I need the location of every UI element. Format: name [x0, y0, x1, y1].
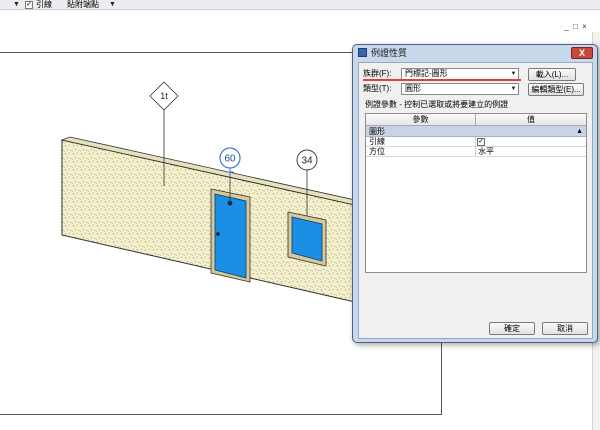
group-row-graphics[interactable]: 圖形 ▲ — [366, 126, 586, 137]
column-param: 參數 — [412, 115, 429, 124]
load-button[interactable]: 載入(L)... — [528, 68, 576, 81]
type-value: 圓形 — [405, 84, 421, 93]
column-value: 值 — [527, 115, 535, 124]
instruction-text: 例證參數 - 控制已選取或將要建立的例證 — [365, 100, 509, 109]
param-name: 方位 — [369, 147, 385, 156]
ok-button[interactable]: 確定 — [489, 322, 535, 335]
table-row[interactable]: 引線 ✓ — [366, 137, 586, 147]
chevron-down-icon: ▼ — [510, 71, 517, 77]
door[interactable] — [210, 188, 251, 283]
highlight-underline — [363, 79, 521, 81]
collapse-icon[interactable]: ▲ — [576, 126, 583, 137]
param-value[interactable]: 水平 — [475, 147, 586, 157]
dialog-title: 例證性質 — [371, 48, 408, 58]
parameters-grid: 參數 值 圖形 ▲ 引線 ✓ 方位 水平 — [365, 113, 587, 273]
window-tag-label: 34 — [301, 156, 313, 167]
grid-header: 參數 值 — [366, 114, 586, 126]
app-icon — [358, 48, 367, 57]
door-tag-label: 60 — [224, 154, 236, 165]
edit-type-button[interactable]: 編輯類型(E)... — [528, 83, 584, 96]
leader-value-checkbox[interactable]: ✓ — [477, 138, 485, 146]
family-label: 族群(F): — [363, 69, 392, 78]
family-value: 門標記-圓形 — [405, 69, 448, 78]
window[interactable] — [287, 211, 327, 267]
dialog-titlebar[interactable]: 例證性質 X — [353, 45, 597, 61]
chevron-down-icon: ▼ — [510, 86, 517, 92]
param-value — [475, 137, 586, 147]
param-name: 引線 — [369, 137, 385, 146]
table-row[interactable]: 方位 水平 — [366, 147, 586, 157]
dialog-body: 族群(F): 門標記-圓形 ▼ 載入(L)... 類型(T): 圓形 ▼ 編輯類… — [358, 62, 593, 339]
cancel-button[interactable]: 取消 — [542, 322, 588, 335]
group-label: 圖形 — [369, 127, 385, 136]
instance-properties-dialog: 例證性質 X 族群(F): 門標記-圓形 ▼ 載入(L)... 類型(T): 圓… — [352, 44, 598, 343]
type-label: 類型(T): — [363, 84, 392, 93]
type-select[interactable]: 圓形 ▼ — [401, 83, 519, 95]
section-tag-label: 1t — [160, 91, 168, 101]
close-button[interactable]: X — [571, 47, 593, 59]
